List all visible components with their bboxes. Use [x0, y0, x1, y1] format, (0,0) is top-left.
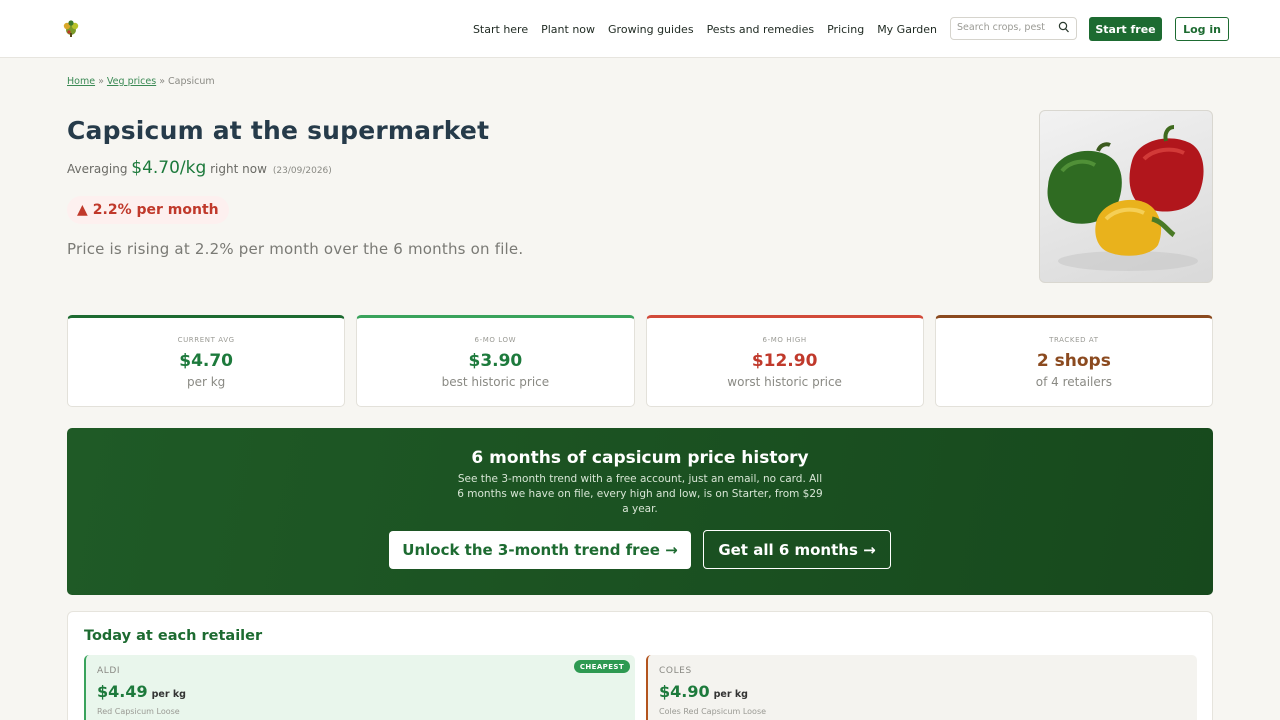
search-icon[interactable] — [1058, 20, 1070, 34]
breadcrumb-separator: » — [95, 76, 107, 87]
breadcrumb-home[interactable]: Home — [67, 76, 95, 87]
breadcrumb-current: Capsicum — [168, 76, 215, 87]
stat-cards: CURRENT AVG $4.70 per kg 6-MO LOW $3.90 … — [67, 315, 1213, 407]
retailer-name: ALDI — [97, 666, 121, 676]
main-nav: Start here Plant now Growing guides Pest… — [473, 0, 937, 58]
stat-label: 6-MO LOW — [474, 336, 517, 344]
unlock-trend-free-button[interactable]: Unlock the 3-month trend free → — [389, 531, 691, 569]
retailer-unit: per kg — [713, 689, 748, 700]
stat-value: 2 shops — [1036, 351, 1111, 371]
nav-my-garden[interactable]: My Garden — [877, 23, 937, 36]
start-free-button[interactable]: Start free — [1089, 17, 1162, 41]
top-navigation-bar: Start here Plant now Growing guides Pest… — [0, 0, 1280, 58]
stat-six-month-low: 6-MO LOW $3.90 best historic price — [356, 315, 635, 407]
retailer-product: Coles Red Capsicum Loose — [659, 707, 767, 716]
stat-six-month-high: 6-MO HIGH $12.90 worst historic price — [645, 315, 924, 407]
breadcrumb: Home » Veg prices » Capsicum — [67, 76, 215, 87]
veggie-logo-icon[interactable] — [60, 17, 82, 39]
stat-value: $4.70 — [179, 351, 234, 371]
banner-text: See the 3-month trend with a free accoun… — [457, 473, 823, 515]
breadcrumb-veg-prices[interactable]: Veg prices — [107, 76, 156, 87]
nav-start-here[interactable]: Start here — [473, 23, 528, 36]
stat-label: TRACKED AT — [1049, 336, 1099, 344]
breadcrumb-separator: » — [156, 76, 169, 87]
capsicum-photo — [1039, 110, 1213, 283]
retailer-unit: per kg — [151, 689, 186, 700]
average-price-line: Averaging $4.70/kg right now (23/09/2026) — [67, 158, 332, 178]
stat-sub: best historic price — [441, 375, 550, 389]
retailer-card-coles[interactable]: COLES $4.90 per kg Coles Red Capsicum Loo… — [646, 655, 1197, 720]
search-box — [950, 17, 1077, 40]
stat-value: $12.90 — [751, 351, 818, 371]
retailer-heading: Today at each retailer — [84, 628, 263, 644]
stat-value: $3.90 — [468, 351, 523, 371]
avg-price: $4.70/kg — [131, 158, 207, 178]
cheapest-badge: CHEAPEST — [573, 660, 630, 673]
avg-suffix: right now — [206, 162, 267, 176]
avg-prefix: Averaging — [67, 162, 132, 176]
trend-value: 2.2% per month — [92, 202, 219, 218]
stat-sub: worst historic price — [727, 375, 842, 389]
search-input[interactable] — [957, 22, 1057, 33]
retailer-name: COLES — [659, 666, 692, 676]
trend-up-icon: ▲ — [77, 202, 88, 218]
trend-description: Price is rising at 2.2% per month over t… — [67, 240, 524, 258]
stat-label: CURRENT AVG — [177, 336, 235, 344]
retailer-card-aldi[interactable]: ALDI $4.49 per kg Red Capsicum Loose CHEA… — [84, 655, 635, 720]
price-history-upsell-banner: 6 months of capsicum price history See t… — [67, 428, 1213, 595]
price-date: (23/09/2026) — [272, 166, 332, 176]
banner-title: 6 months of capsicum price history — [471, 448, 809, 468]
stat-sub: per kg — [186, 375, 226, 389]
stat-current-avg: CURRENT AVG $4.70 per kg — [67, 315, 346, 407]
retailer-prices-section: Today at each retailer ALDI $4.49 per kg … — [67, 611, 1213, 720]
retailer-product: Red Capsicum Loose — [97, 707, 180, 716]
nav-growing-guides[interactable]: Growing guides — [608, 23, 694, 36]
log-in-button[interactable]: Log in — [1175, 17, 1229, 41]
stat-label: 6-MO HIGH — [762, 336, 807, 344]
retailer-price: $4.90 — [659, 682, 710, 701]
retailer-price: $4.49 — [97, 682, 148, 701]
get-all-months-button[interactable]: Get all 6 months → — [703, 530, 891, 569]
retailer-price-line: $4.49 per kg — [97, 682, 186, 701]
page-title: Capsicum at the supermarket — [67, 116, 490, 145]
nav-plant-now[interactable]: Plant now — [541, 23, 595, 36]
trend-badge: ▲ 2.2% per month — [67, 196, 229, 224]
stat-sub: of 4 retailers — [1035, 375, 1112, 389]
retailer-price-line: $4.90 per kg — [659, 682, 748, 701]
nav-pests-remedies[interactable]: Pests and remedies — [707, 23, 815, 36]
stat-tracked-at: TRACKED AT 2 shops of 4 retailers — [934, 315, 1213, 407]
nav-pricing[interactable]: Pricing — [827, 23, 864, 36]
